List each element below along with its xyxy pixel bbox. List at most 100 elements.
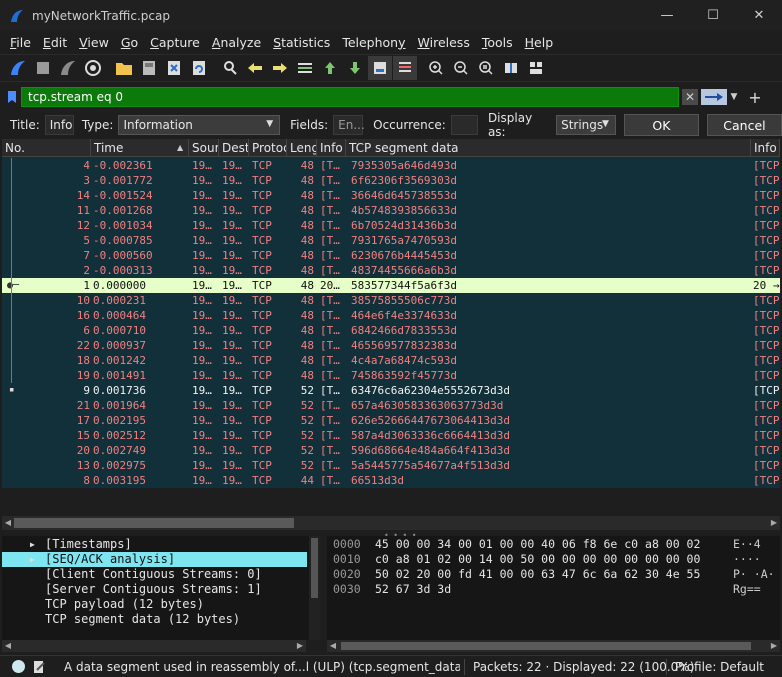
detail-tree-item[interactable]: [Client Contiguous Streams: 0] — [2, 567, 307, 582]
column-header-3[interactable]: Dest — [219, 139, 249, 157]
scrollbar-thumb[interactable] — [341, 642, 751, 650]
bookmark-icon[interactable] — [3, 87, 21, 107]
minimize-button[interactable]: — — [644, 0, 690, 31]
layout-panes-icon[interactable] — [524, 56, 548, 80]
menu-statistics[interactable]: Statistics — [267, 35, 336, 50]
column-header-2[interactable]: Sour — [189, 139, 219, 157]
menu-file[interactable]: File — [4, 35, 37, 50]
hex-dump-row[interactable]: 0000 45 00 00 34 00 01 00 00 40 06 f8 6e … — [327, 537, 780, 552]
capture-options-gear-icon[interactable] — [81, 56, 105, 80]
packet-row[interactable]: 7 -0.000560 19… 19… TCP 48 [T… 6230676b4445453d… — [2, 248, 780, 263]
scroll-right-icon[interactable]: ▶ — [294, 640, 306, 652]
find-packet-magnifier-icon[interactable] — [218, 56, 242, 80]
packet-row[interactable]: 21 0.001964 19… 19… TCP 52 [T… 657a463058336306… — [2, 398, 780, 413]
expert-info-status-icon[interactable] — [12, 660, 25, 673]
menu-telephony[interactable]: Telephony — [336, 35, 411, 50]
zoom-normal-icon[interactable] — [474, 56, 498, 80]
detail-tree-item[interactable]: TCP segment data (12 bytes) — [2, 612, 307, 627]
column-header-4[interactable]: Protoc — [249, 139, 287, 157]
packet-row[interactable]: 6 0.000710 19… 19… TCP 48 [T… 6842466d7833553d [… — [2, 323, 780, 338]
packet-row[interactable]: 22 0.000937 19… 19… TCP 48 [T… 465569577832383d… — [2, 338, 780, 353]
packet-row[interactable]: 20 0.002749 19… 19… TCP 52 [T… 596d68664e484a66… — [2, 443, 780, 458]
packet-list-horizontal-scrollbar[interactable]: ◀ ▶ — [2, 516, 780, 530]
menu-tools[interactable]: Tools — [476, 35, 519, 50]
packet-row[interactable]: 5 -0.000785 19… 19… TCP 48 [T… 7931765a7470593d… — [2, 233, 780, 248]
restart-capture-icon[interactable] — [56, 56, 80, 80]
packet-row[interactable]: 12 -0.001034 19… 19… TCP 48 [T… 6b70524d31436b3… — [2, 218, 780, 233]
packet-row[interactable]: 8 0.003195 19… 19… TCP 44 [T… 66513d3d [TCP — [2, 473, 780, 488]
type-select[interactable]: Information ▼ — [118, 115, 281, 135]
expand-arrow-icon[interactable]: ▶ — [30, 537, 35, 552]
go-to-packet-icon[interactable] — [293, 56, 317, 80]
save-file-icon[interactable] — [137, 56, 161, 80]
reload-file-icon[interactable] — [187, 56, 211, 80]
menu-edit[interactable]: Edit — [37, 35, 73, 50]
hex-dump-row[interactable]: 0030 52 67 3d 3d Rg== — [327, 582, 780, 597]
scrollbar-thumb[interactable] — [14, 518, 294, 528]
menu-view[interactable]: View — [73, 35, 115, 50]
packet-row[interactable]: 9 0.001736 19… 19… TCP 52 [T… 63476c6a62304e555… — [2, 383, 780, 398]
scroll-right-icon[interactable]: ▶ — [768, 516, 780, 530]
packet-row[interactable]: 15 0.002512 19… 19… TCP 52 [T… 587a4d3063336c66… — [2, 428, 780, 443]
title-field[interactable]: Info — [44, 115, 74, 135]
column-header-7[interactable]: TCP segment data — [346, 139, 751, 157]
fields-field[interactable]: En... — [333, 115, 365, 135]
column-header-1[interactable]: Time — [91, 139, 189, 157]
scrollbar-thumb[interactable] — [311, 538, 318, 598]
hex-dump-row[interactable]: 0010 c0 a8 01 02 00 14 00 50 00 00 00 00 … — [327, 552, 780, 567]
go-first-packet-icon[interactable] — [318, 56, 342, 80]
packet-row[interactable]: 17 0.002195 19… 19… TCP 52 [T… 626e526664476730… — [2, 413, 780, 428]
close-file-icon[interactable] — [162, 56, 186, 80]
filter-history-dropdown-icon[interactable]: ▼ — [727, 92, 741, 102]
autoscroll-icon[interactable] — [368, 56, 392, 80]
details-horizontal-scrollbar[interactable]: ◀ ▶ — [2, 640, 306, 652]
menu-go[interactable]: Go — [115, 35, 144, 50]
ok-button[interactable]: OK — [623, 114, 699, 136]
go-last-packet-icon[interactable] — [343, 56, 367, 80]
maximize-button[interactable]: ☐ — [690, 0, 736, 31]
packet-row[interactable]: 13 0.002975 19… 19… TCP 52 [T… 5a5445775a54677a… — [2, 458, 780, 473]
start-capture-fin-icon[interactable] — [6, 56, 30, 80]
close-button[interactable]: ✕ — [736, 0, 782, 31]
packet-row[interactable]: 16 0.000464 19… 19… TCP 48 [T… 464e6f4e3374633d… — [2, 308, 780, 323]
occurrence-field[interactable] — [450, 115, 478, 135]
column-header-0[interactable]: No. — [2, 139, 91, 157]
packet-row[interactable]: 18 0.001242 19… 19… TCP 48 [T… 4c4a7a68474c593d… — [2, 353, 780, 368]
detail-tree-item[interactable]: ▶ [Timestamps] — [2, 537, 307, 552]
packet-row[interactable]: 1 0.000000 19… 19… TCP 48 20… 583577344f5a6f3d 2… — [2, 278, 780, 293]
open-folder-icon[interactable] — [112, 56, 136, 80]
stop-capture-icon[interactable] — [31, 56, 55, 80]
zoom-in-icon[interactable] — [424, 56, 448, 80]
cancel-button[interactable]: Cancel — [706, 114, 782, 136]
clear-filter-icon[interactable]: ✕ — [682, 89, 698, 105]
packet-row[interactable]: 10 0.000231 19… 19… TCP 48 [T… 38575855506c773d… — [2, 293, 780, 308]
display-as-select[interactable]: Strings ▼ — [556, 115, 616, 135]
detail-tree-item[interactable]: [Server Contiguous Streams: 1] — [2, 582, 307, 597]
resize-columns-icon[interactable] — [499, 56, 523, 80]
profile-label[interactable]: Profile: Default — [675, 660, 764, 674]
bytes-horizontal-scrollbar[interactable]: ◀ ▶ — [327, 640, 780, 652]
scroll-left-icon[interactable]: ◀ — [2, 516, 14, 530]
column-header-6[interactable]: Info — [317, 139, 346, 157]
display-filter-input[interactable]: tcp.stream eq 0 — [21, 87, 679, 107]
packet-row[interactable]: 3 -0.001772 19… 19… TCP 48 [T… 6f62306f3569303d… — [2, 173, 780, 188]
packet-row[interactable]: 14 -0.001524 19… 19… TCP 48 [T… 36646d645738553… — [2, 188, 780, 203]
packet-row[interactable]: 4 -0.002361 19… 19… TCP 48 [T… 7935305a646d493d… — [2, 158, 780, 173]
packet-row[interactable]: 2 -0.000313 19… 19… TCP 48 [T… 48374455666a6b3d… — [2, 263, 780, 278]
go-back-arrow-icon[interactable] — [243, 56, 267, 80]
apply-filter-arrow-icon[interactable] — [701, 89, 727, 105]
add-filter-button-icon[interactable]: + — [745, 88, 765, 107]
capture-comment-edit-icon[interactable] — [33, 660, 46, 674]
details-vertical-scrollbar[interactable] — [309, 536, 320, 640]
menu-wireless[interactable]: Wireless — [412, 35, 476, 50]
detail-tree-item[interactable]: TCP payload (12 bytes) — [2, 597, 307, 612]
column-header-5[interactable]: Leng — [287, 139, 317, 157]
expand-arrow-icon[interactable]: ▶ — [30, 552, 35, 567]
menu-capture[interactable]: Capture — [144, 35, 206, 50]
detail-tree-item[interactable]: ▶ [SEQ/ACK analysis] — [2, 552, 307, 567]
menu-analyze[interactable]: Analyze — [206, 35, 267, 50]
packet-row[interactable]: 19 0.001491 19… 19… TCP 48 [T… 745863592f45773d… — [2, 368, 780, 383]
colorize-icon[interactable] — [393, 56, 417, 80]
scroll-left-icon[interactable]: ◀ — [327, 640, 339, 652]
hex-dump-row[interactable]: 0020 50 02 20 00 fd 41 00 00 63 47 6c 6a … — [327, 567, 780, 582]
